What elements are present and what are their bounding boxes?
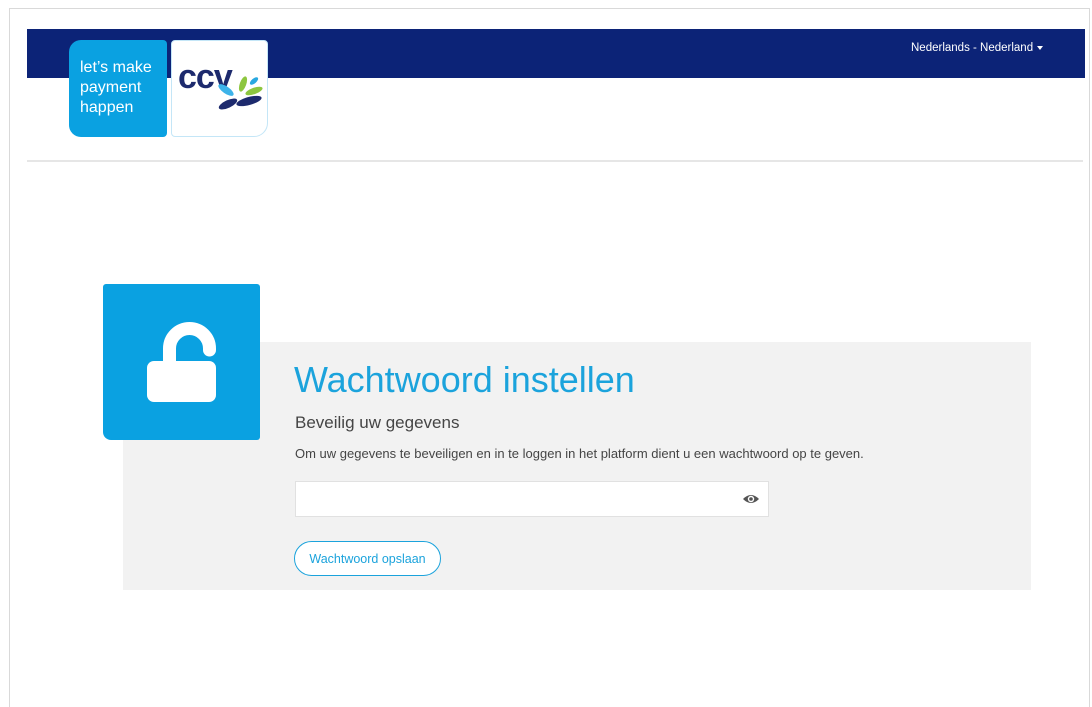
eye-icon[interactable]: [742, 493, 760, 505]
header-divider: [27, 160, 1083, 162]
ccv-flower-logo-icon: [218, 76, 263, 110]
password-input[interactable]: [296, 482, 726, 516]
page-subtitle: Beveilig uw gegevens: [295, 413, 460, 432]
unlock-icon: [147, 322, 216, 402]
logo-tagline-line: payment: [80, 79, 142, 96]
caret-down-icon: [1037, 46, 1044, 50]
lock-badge: [103, 284, 260, 440]
password-field: [295, 481, 769, 517]
logo-tagline-line: let’s make: [80, 59, 152, 76]
language-selector[interactable]: Nederlands - Nederland: [911, 41, 1044, 55]
ccv-logo[interactable]: ccv: [171, 40, 268, 137]
language-label: Nederlands - Nederland: [911, 42, 1034, 54]
logo-tagline-line: happen: [80, 99, 134, 116]
page-title: Wachtwoord instellen: [294, 359, 635, 400]
page-description: Om uw gegevens te beveiligen en in te lo…: [295, 446, 864, 461]
logo-tagline[interactable]: let’s make payment happen: [69, 40, 167, 137]
save-password-button[interactable]: Wachtwoord opslaan: [294, 541, 441, 576]
